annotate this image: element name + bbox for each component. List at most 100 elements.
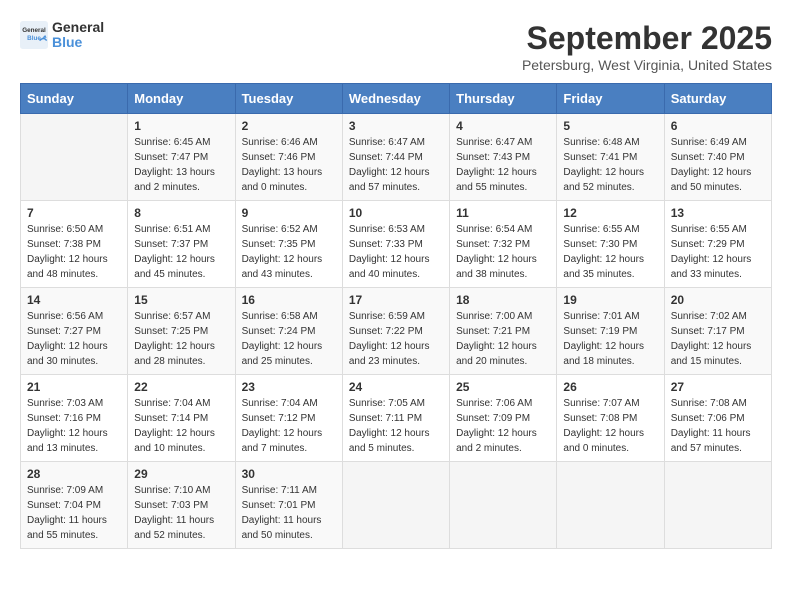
calendar-cell (450, 462, 557, 549)
cell-content: Sunrise: 6:55 AMSunset: 7:30 PMDaylight:… (563, 222, 657, 282)
month-title: September 2025 (522, 20, 772, 57)
cell-content: Sunrise: 6:47 AMSunset: 7:44 PMDaylight:… (349, 135, 443, 195)
calendar-cell: 17 Sunrise: 6:59 AMSunset: 7:22 PMDayligh… (342, 288, 449, 375)
cell-content: Sunrise: 6:47 AMSunset: 7:43 PMDaylight:… (456, 135, 550, 195)
cell-content: Sunrise: 7:10 AMSunset: 7:03 PMDaylight:… (134, 483, 228, 543)
calendar-cell: 16 Sunrise: 6:58 AMSunset: 7:24 PMDayligh… (235, 288, 342, 375)
calendar-cell (342, 462, 449, 549)
weekday-header-tuesday: Tuesday (235, 84, 342, 114)
calendar-cell: 10 Sunrise: 6:53 AMSunset: 7:33 PMDayligh… (342, 201, 449, 288)
day-number: 5 (563, 119, 657, 133)
day-number: 27 (671, 380, 765, 394)
calendar-cell: 26 Sunrise: 7:07 AMSunset: 7:08 PMDayligh… (557, 375, 664, 462)
day-number: 28 (27, 467, 121, 481)
cell-content: Sunrise: 7:03 AMSunset: 7:16 PMDaylight:… (27, 396, 121, 456)
calendar-cell: 20Sunrise: 7:02 AMSunset: 7:17 PMDayligh… (664, 288, 771, 375)
calendar-cell: 15 Sunrise: 6:57 AMSunset: 7:25 PMDayligh… (128, 288, 235, 375)
cell-content: Sunrise: 6:49 AMSunset: 7:40 PMDaylight:… (671, 135, 765, 195)
cell-content: Sunrise: 7:11 AMSunset: 7:01 PMDaylight:… (242, 483, 336, 543)
calendar-cell: 7 Sunrise: 6:50 AMSunset: 7:38 PMDaylight… (21, 201, 128, 288)
calendar-cell: 13 Sunrise: 6:55 AMSunset: 7:29 PMDayligh… (664, 201, 771, 288)
calendar-cell: 28 Sunrise: 7:09 AMSunset: 7:04 PMDayligh… (21, 462, 128, 549)
day-number: 23 (242, 380, 336, 394)
day-number: 14 (27, 293, 121, 307)
cell-content: Sunrise: 6:50 AMSunset: 7:38 PMDaylight:… (27, 222, 121, 282)
day-number: 4 (456, 119, 550, 133)
calendar-week-5: 28 Sunrise: 7:09 AMSunset: 7:04 PMDayligh… (21, 462, 772, 549)
day-number: 20 (671, 293, 765, 307)
day-number: 7 (27, 206, 121, 220)
day-number: 2 (242, 119, 336, 133)
calendar-cell: 12 Sunrise: 6:55 AMSunset: 7:30 PMDayligh… (557, 201, 664, 288)
day-number: 21 (27, 380, 121, 394)
day-number: 26 (563, 380, 657, 394)
calendar-cell: 11Sunrise: 6:54 AMSunset: 7:32 PMDayligh… (450, 201, 557, 288)
day-number: 9 (242, 206, 336, 220)
day-number: 8 (134, 206, 228, 220)
cell-content: Sunrise: 7:06 AMSunset: 7:09 PMDaylight:… (456, 396, 550, 456)
calendar-body: 1 Sunrise: 6:45 AMSunset: 7:47 PMDaylight… (21, 114, 772, 549)
svg-text:Blue: Blue (27, 35, 41, 42)
calendar-cell: 19 Sunrise: 7:01 AMSunset: 7:19 PMDayligh… (557, 288, 664, 375)
location: Petersburg, West Virginia, United States (522, 57, 772, 73)
calendar-cell: 8 Sunrise: 6:51 AMSunset: 7:37 PMDaylight… (128, 201, 235, 288)
calendar-cell: 24Sunrise: 7:05 AMSunset: 7:11 PMDayligh… (342, 375, 449, 462)
cell-content: Sunrise: 7:09 AMSunset: 7:04 PMDaylight:… (27, 483, 121, 543)
weekday-header-wednesday: Wednesday (342, 84, 449, 114)
cell-content: Sunrise: 6:54 AMSunset: 7:32 PMDaylight:… (456, 222, 550, 282)
calendar-cell (557, 462, 664, 549)
cell-content: Sunrise: 6:58 AMSunset: 7:24 PMDaylight:… (242, 309, 336, 369)
calendar-cell: 14Sunrise: 6:56 AMSunset: 7:27 PMDayligh… (21, 288, 128, 375)
cell-content: Sunrise: 6:45 AMSunset: 7:47 PMDaylight:… (134, 135, 228, 195)
cell-content: Sunrise: 6:55 AMSunset: 7:29 PMDaylight:… (671, 222, 765, 282)
cell-content: Sunrise: 6:48 AMSunset: 7:41 PMDaylight:… (563, 135, 657, 195)
day-number: 24 (349, 380, 443, 394)
calendar-cell (21, 114, 128, 201)
day-number: 12 (563, 206, 657, 220)
calendar-cell: 22 Sunrise: 7:04 AMSunset: 7:14 PMDayligh… (128, 375, 235, 462)
day-number: 30 (242, 467, 336, 481)
day-number: 6 (671, 119, 765, 133)
calendar-cell: 25 Sunrise: 7:06 AMSunset: 7:09 PMDayligh… (450, 375, 557, 462)
day-number: 13 (671, 206, 765, 220)
svg-text:General: General (22, 28, 46, 35)
weekday-header-saturday: Saturday (664, 84, 771, 114)
logo-general-text: General (52, 20, 104, 35)
cell-content: Sunrise: 7:01 AMSunset: 7:19 PMDaylight:… (563, 309, 657, 369)
calendar-cell: 30 Sunrise: 7:11 AMSunset: 7:01 PMDayligh… (235, 462, 342, 549)
weekday-header-sunday: Sunday (21, 84, 128, 114)
calendar-cell: 21 Sunrise: 7:03 AMSunset: 7:16 PMDayligh… (21, 375, 128, 462)
calendar-cell: 5 Sunrise: 6:48 AMSunset: 7:41 PMDaylight… (557, 114, 664, 201)
calendar-week-2: 7 Sunrise: 6:50 AMSunset: 7:38 PMDaylight… (21, 201, 772, 288)
cell-content: Sunrise: 7:07 AMSunset: 7:08 PMDaylight:… (563, 396, 657, 456)
day-number: 16 (242, 293, 336, 307)
day-number: 19 (563, 293, 657, 307)
calendar-cell: 23 Sunrise: 7:04 AMSunset: 7:12 PMDayligh… (235, 375, 342, 462)
cell-content: Sunrise: 7:08 AMSunset: 7:06 PMDaylight:… (671, 396, 765, 456)
cell-content: Sunrise: 7:04 AMSunset: 7:14 PMDaylight:… (134, 396, 228, 456)
cell-content: Sunrise: 7:04 AMSunset: 7:12 PMDaylight:… (242, 396, 336, 456)
day-number: 10 (349, 206, 443, 220)
calendar-cell: 18Sunrise: 7:00 AMSunset: 7:21 PMDayligh… (450, 288, 557, 375)
cell-content: Sunrise: 6:46 AMSunset: 7:46 PMDaylight:… (242, 135, 336, 195)
calendar-cell (664, 462, 771, 549)
day-number: 18 (456, 293, 550, 307)
day-number: 15 (134, 293, 228, 307)
cell-content: Sunrise: 6:53 AMSunset: 7:33 PMDaylight:… (349, 222, 443, 282)
weekday-header-thursday: Thursday (450, 84, 557, 114)
day-number: 17 (349, 293, 443, 307)
cell-content: Sunrise: 6:57 AMSunset: 7:25 PMDaylight:… (134, 309, 228, 369)
day-number: 22 (134, 380, 228, 394)
cell-content: Sunrise: 6:51 AMSunset: 7:37 PMDaylight:… (134, 222, 228, 282)
weekday-header-monday: Monday (128, 84, 235, 114)
calendar-cell: 2 Sunrise: 6:46 AMSunset: 7:46 PMDaylight… (235, 114, 342, 201)
calendar-cell: 1 Sunrise: 6:45 AMSunset: 7:47 PMDaylight… (128, 114, 235, 201)
calendar-cell: 29Sunrise: 7:10 AMSunset: 7:03 PMDayligh… (128, 462, 235, 549)
day-number: 25 (456, 380, 550, 394)
day-number: 1 (134, 119, 228, 133)
weekday-header-friday: Friday (557, 84, 664, 114)
cell-content: Sunrise: 6:59 AMSunset: 7:22 PMDaylight:… (349, 309, 443, 369)
logo-icon: General Blue (20, 21, 48, 49)
calendar-table: SundayMondayTuesdayWednesdayThursdayFrid… (20, 83, 772, 549)
logo: General Blue General Blue (20, 20, 104, 51)
